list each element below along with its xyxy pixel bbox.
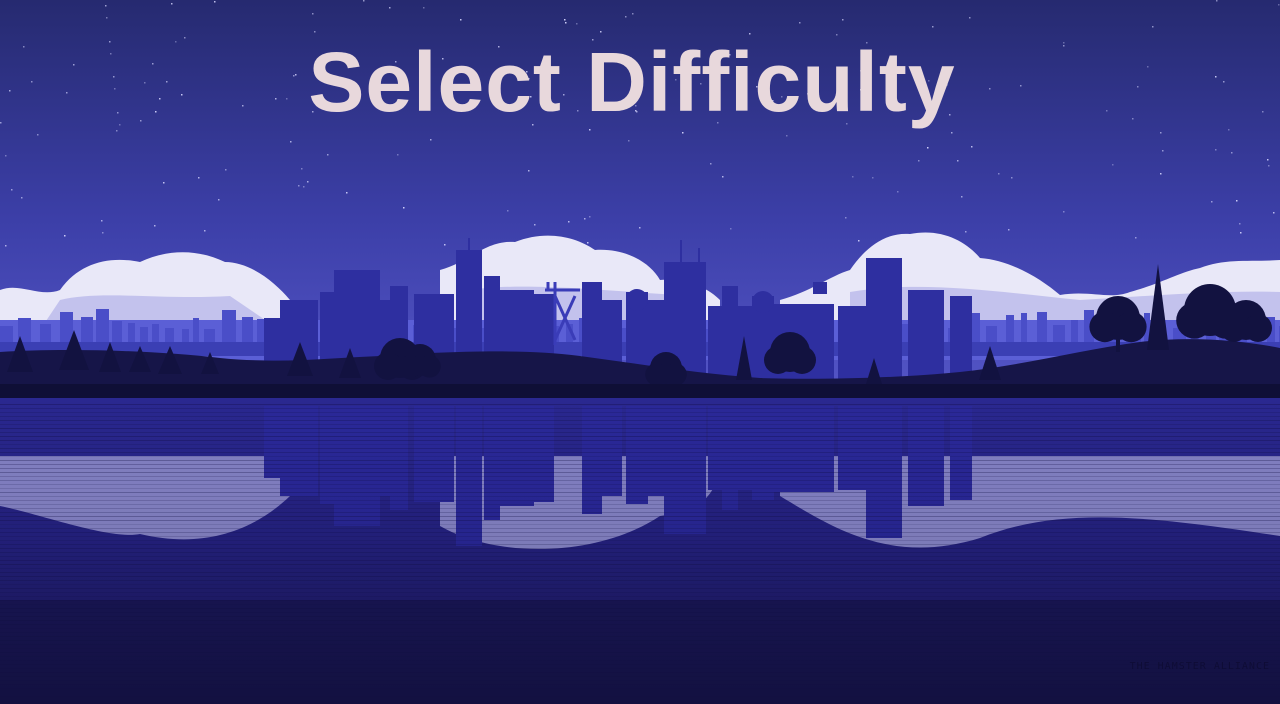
menu-background: Select Difficulty THE HAMSTER ALLIANCE bbox=[0, 0, 1280, 704]
artist-credit: THE HAMSTER ALLIANCE bbox=[1129, 661, 1270, 672]
page-title: Select Difficulty bbox=[308, 35, 956, 129]
